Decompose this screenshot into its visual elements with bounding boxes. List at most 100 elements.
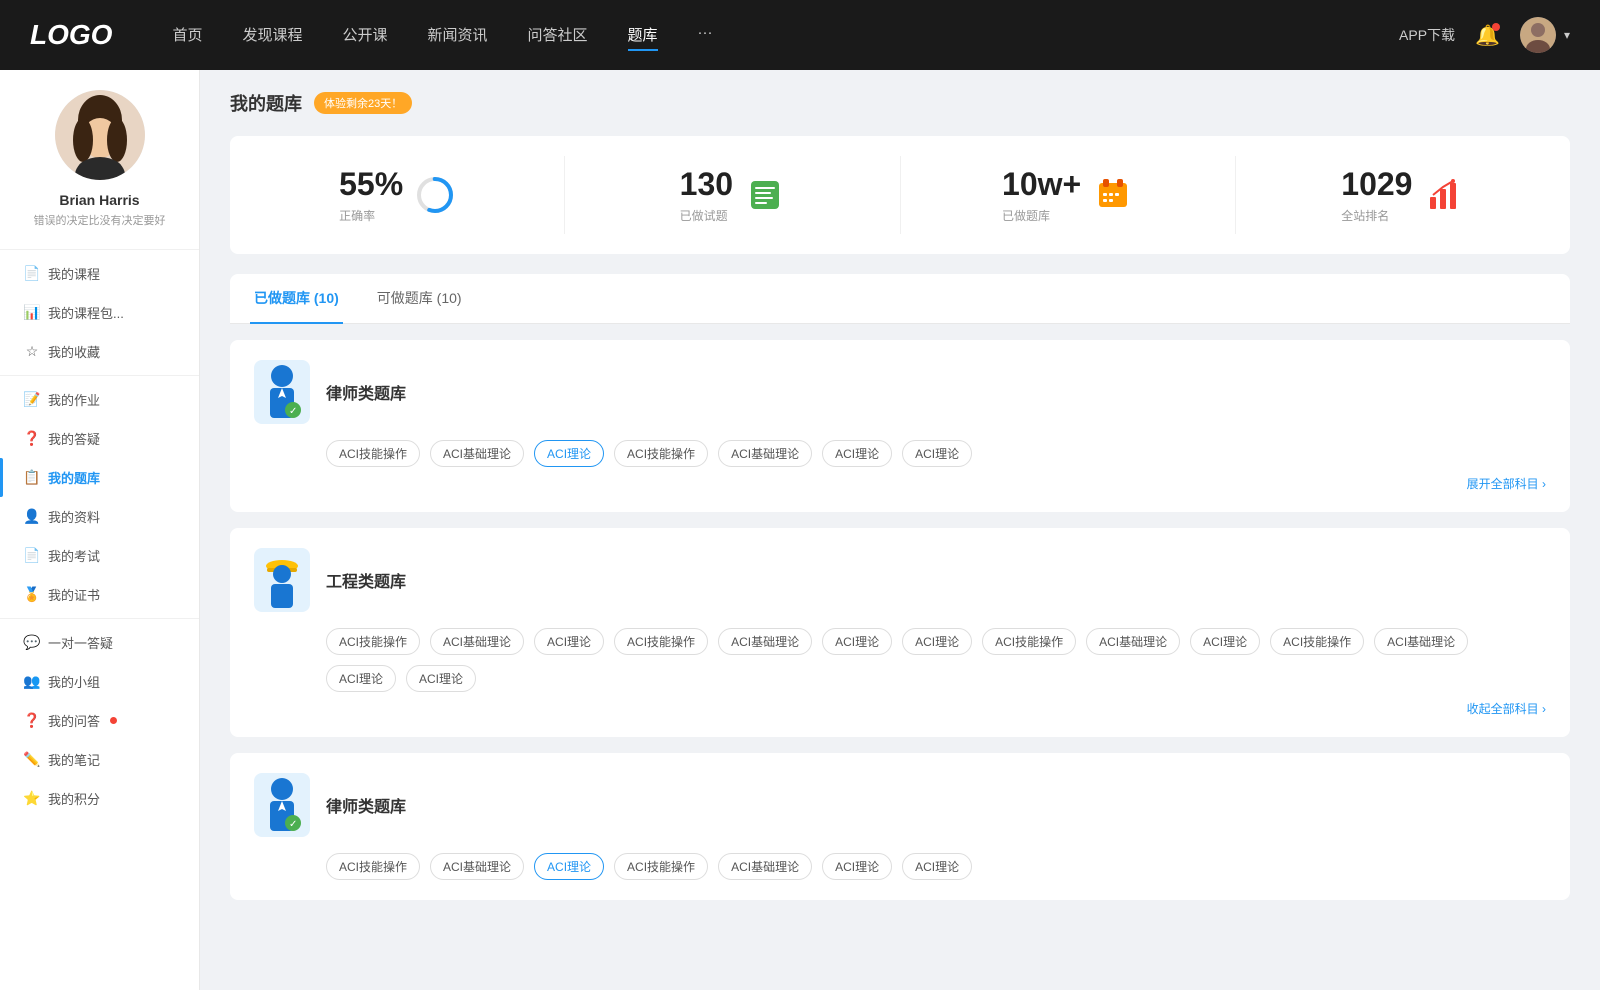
cert-icon: 🏅 [24,587,40,603]
sidebar-label-bank: 我的题库 [48,468,100,487]
nav-more[interactable]: ··· [698,20,713,51]
header-right: APP下载 🔔 ▾ [1399,17,1570,53]
tag-1-5[interactable]: ACI基础理论 [718,440,812,467]
stat-accuracy-icon [415,175,455,215]
tag-2-7[interactable]: ACI理论 [902,628,972,655]
sidebar-item-notes[interactable]: ✏️ 我的笔记 [0,740,199,779]
tag-3-2[interactable]: ACI基础理论 [430,853,524,880]
header: LOGO 首页 发现课程 公开课 新闻资讯 问答社区 题库 ··· APP下载 … [0,0,1600,70]
sidebar-divider-top [0,249,199,250]
stat-banks: 10w+ 已做题库 [901,156,1236,234]
bank-icon: 📋 [24,470,40,486]
tag-2-11[interactable]: ACI技能操作 [1270,628,1364,655]
exam-icon: 📄 [24,548,40,564]
tag-1-2[interactable]: ACI基础理论 [430,440,524,467]
main-content: 我的题库 体验剩余23天！ 55% 正确率 [200,70,1600,990]
nav-bank[interactable]: 题库 [628,20,658,51]
tag-2-5[interactable]: ACI基础理论 [718,628,812,655]
course-pkg-icon: 📊 [24,305,40,321]
tag-3-5[interactable]: ACI基础理论 [718,853,812,880]
sidebar-item-1on1[interactable]: 💬 一对一答疑 [0,623,199,662]
tag-1-3[interactable]: ACI理论 [534,440,604,467]
tag-2-6[interactable]: ACI理论 [822,628,892,655]
tag-3-1[interactable]: ACI技能操作 [326,853,420,880]
tag-3-6[interactable]: ACI理论 [822,853,892,880]
tag-1-7[interactable]: ACI理论 [902,440,972,467]
nav-home[interactable]: 首页 [172,20,202,51]
tag-1-1[interactable]: ACI技能操作 [326,440,420,467]
stat-banks-value: 10w+ [1002,166,1081,203]
notification-bell[interactable]: 🔔 [1475,23,1500,48]
stat-questions-label: 已做试题 [680,207,733,224]
stat-rank-icon [1424,175,1464,215]
stat-accuracy-value: 55% [339,166,403,203]
user-avatar-area[interactable]: ▾ [1520,17,1570,53]
tag-1-4[interactable]: ACI技能操作 [614,440,708,467]
tag-2-2[interactable]: ACI基础理论 [430,628,524,655]
page-body: Brian Harris 错误的决定比没有决定要好 📄 我的课程 📊 我的课程包… [0,70,1600,990]
sidebar-item-favorites[interactable]: ☆ 我的收藏 [0,332,199,371]
nav-courses[interactable]: 发现课程 [242,20,302,51]
tag-2-10[interactable]: ACI理论 [1190,628,1260,655]
tag-2-1[interactable]: ACI技能操作 [326,628,420,655]
sidebar-label-profile: 我的资料 [48,507,100,526]
sidebar-item-course[interactable]: 📄 我的课程 [0,254,199,293]
sidebar-item-answers[interactable]: ❓ 我的答疑 [0,419,199,458]
sidebar-label-points: 我的积分 [48,789,100,808]
nav-news[interactable]: 新闻资讯 [428,20,488,51]
sidebar-item-bank[interactable]: 📋 我的题库 [0,458,199,497]
trial-badge: 体验剩余23天！ [314,92,412,114]
subject-tags-1: ACI技能操作 ACI基础理论 ACI理论 ACI技能操作 ACI基础理论 AC… [254,440,1546,467]
sidebar-item-points[interactable]: ⭐ 我的积分 [0,779,199,818]
sidebar-item-group[interactable]: 👥 我的小组 [0,662,199,701]
tag-1-6[interactable]: ACI理论 [822,440,892,467]
app-download-btn[interactable]: APP下载 [1399,25,1455,45]
sidebar-item-course-pkg[interactable]: 📊 我的课程包... [0,293,199,332]
bank-name-1: 律师类题库 [326,380,406,404]
nav-qa[interactable]: 问答社区 [528,20,588,51]
tag-3-3[interactable]: ACI理论 [534,853,604,880]
tag-2-4[interactable]: ACI技能操作 [614,628,708,655]
avatar [55,90,145,180]
tag-2-12[interactable]: ACI基础理论 [1374,628,1468,655]
sidebar: Brian Harris 错误的决定比没有决定要好 📄 我的课程 📊 我的课程包… [0,70,200,990]
bank-card-lawyer-1: ✓ 律师类题库 ACI技能操作 ACI基础理论 ACI理论 ACI技能操作 AC… [230,340,1570,512]
tab-done[interactable]: 已做题库 (10) [250,274,343,324]
bank-card-header-1: ✓ 律师类题库 [254,360,1546,424]
tag-2-14[interactable]: ACI理论 [406,665,476,692]
sidebar-label-course: 我的课程 [48,264,100,283]
sidebar-item-myqa[interactable]: ❓ 我的问答 [0,701,199,740]
tag-3-4[interactable]: ACI技能操作 [614,853,708,880]
bank-card-header-2: 工程类题库 [254,548,1546,612]
tag-2-13[interactable]: ACI理论 [326,665,396,692]
tab-todo[interactable]: 可做题库 (10) [373,274,466,324]
expand-link-1[interactable]: 展开全部科目 › [254,475,1546,492]
bank-card-lawyer-2: ✓ 律师类题库 ACI技能操作 ACI基础理论 ACI理论 ACI技能操作 AC… [230,753,1570,900]
sidebar-item-cert[interactable]: 🏅 我的证书 [0,575,199,614]
stat-rank-label: 全站排名 [1341,207,1412,224]
favorites-icon: ☆ [24,344,40,360]
stat-questions-text: 130 已做试题 [680,166,733,224]
nav-open[interactable]: 公开课 [342,20,387,51]
sidebar-item-exam[interactable]: 📄 我的考试 [0,536,199,575]
answers-icon: ❓ [24,431,40,447]
sidebar-item-profile[interactable]: 👤 我的资料 [0,497,199,536]
tag-2-3[interactable]: ACI理论 [534,628,604,655]
sidebar-divider-2 [0,618,199,619]
sidebar-label-group: 我的小组 [48,672,100,691]
stat-questions-value: 130 [680,166,733,203]
1on1-icon: 💬 [24,635,40,651]
sidebar-label-myqa: 我的问答 [48,711,100,730]
stat-accuracy: 55% 正确率 [230,156,565,234]
group-icon: 👥 [24,674,40,690]
tag-3-7[interactable]: ACI理论 [902,853,972,880]
expand-link-2[interactable]: 收起全部科目 › [254,700,1546,717]
sidebar-label-homework: 我的作业 [48,390,100,409]
tag-2-8[interactable]: ACI技能操作 [982,628,1076,655]
stat-questions-icon [745,175,785,215]
sidebar-item-homework[interactable]: 📝 我的作业 [0,380,199,419]
tag-2-9[interactable]: ACI基础理论 [1086,628,1180,655]
stat-rank: 1029 全站排名 [1236,156,1570,234]
stats-row: 55% 正确率 130 已做试题 [230,136,1570,254]
bank-icon-lawyer-1: ✓ [254,360,310,424]
